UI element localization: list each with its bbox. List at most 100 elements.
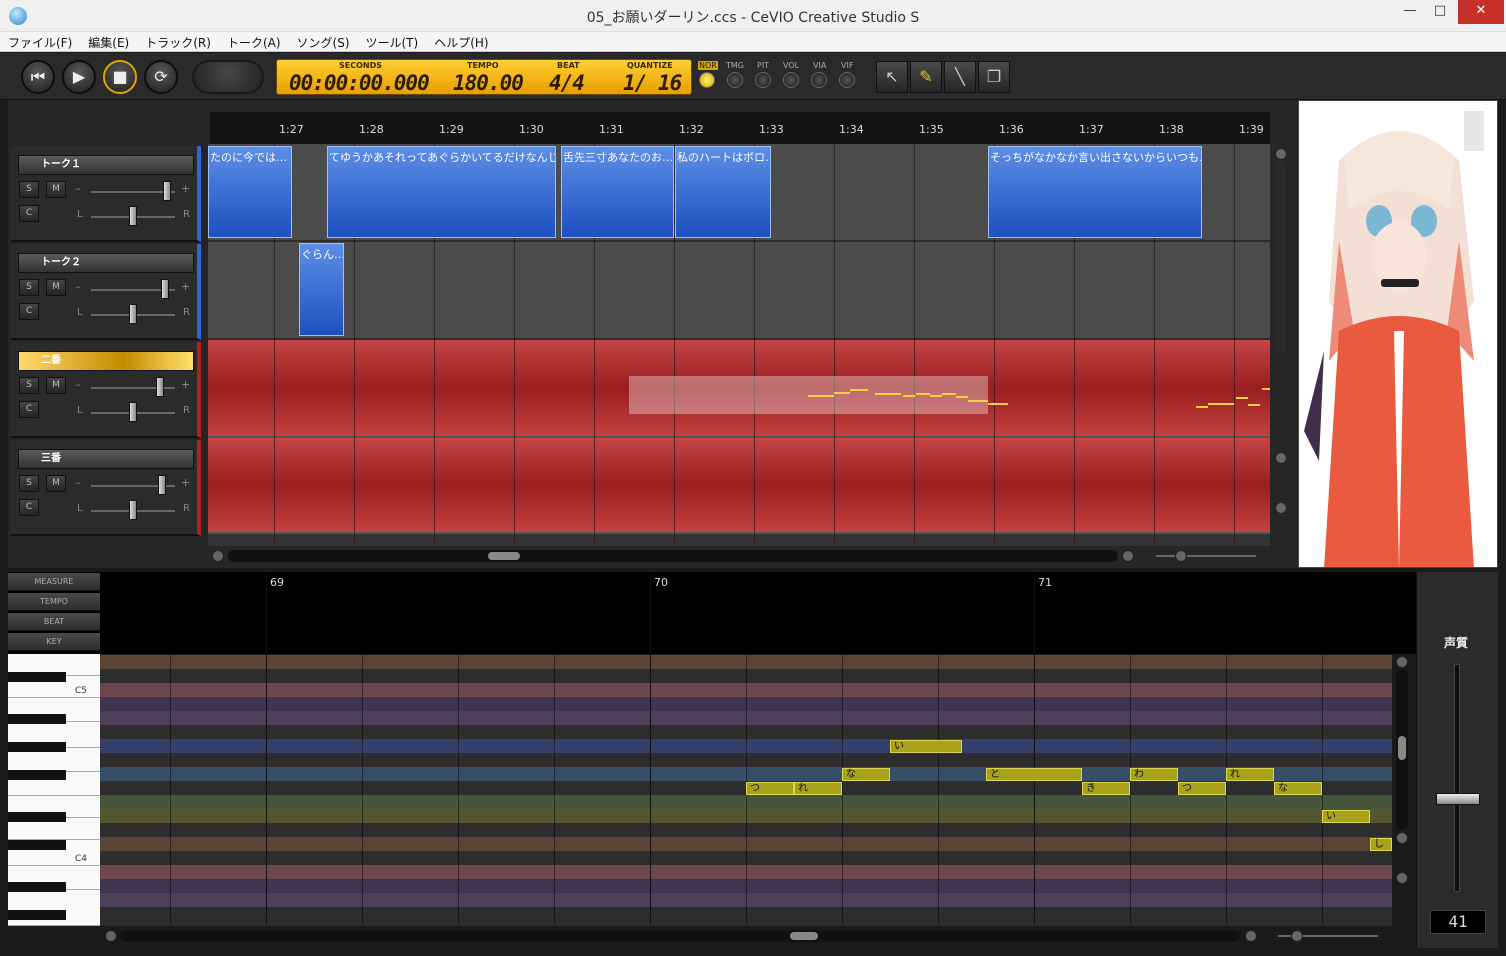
lane-talk2[interactable]	[208, 242, 1270, 340]
window-tool-button[interactable]: ❐	[978, 61, 1010, 93]
stop-button[interactable]: ■	[103, 60, 137, 94]
time-ruler[interactable]: 1:27 1:28 1:29 1:30 1:31 1:32 1:33 1:34 …	[210, 112, 1270, 144]
select-tool-button[interactable]: ↖	[876, 61, 908, 93]
c-button[interactable]: C	[19, 205, 39, 222]
voice-quality-thumb[interactable]	[1436, 793, 1480, 805]
horizontal-zoom-slider[interactable]	[1156, 555, 1256, 557]
voice-quality-value[interactable]: 41	[1430, 910, 1486, 934]
hscroll-thumb[interactable]	[488, 552, 520, 560]
note[interactable]: い	[890, 740, 962, 753]
pencil-tool-button[interactable]: ✎	[910, 61, 942, 93]
talk-clip[interactable]: ぐらん…	[299, 243, 344, 336]
piano-key-white[interactable]	[8, 890, 100, 926]
volume-thumb[interactable]	[161, 279, 169, 299]
menu-edit[interactable]: 編集(E)	[80, 33, 137, 51]
scroll-up-icon[interactable]	[1275, 148, 1287, 160]
note[interactable]: つ	[746, 782, 794, 795]
scroll-down-icon[interactable]	[1275, 452, 1287, 464]
scroll-left-icon[interactable]	[105, 930, 117, 942]
menu-file[interactable]: ファイル(F)	[0, 33, 80, 51]
solo-button[interactable]: S	[19, 181, 39, 198]
track-horizontal-scrollbar[interactable]	[228, 550, 1118, 562]
pitch-zoom-icon[interactable]	[1396, 872, 1408, 884]
param-vif-knob[interactable]	[839, 72, 855, 88]
note[interactable]: れ	[1226, 768, 1274, 781]
note[interactable]: な	[1274, 782, 1322, 795]
menu-song[interactable]: ソング(S)	[289, 33, 358, 51]
piano-key-black[interactable]	[8, 672, 66, 682]
piano-key-black[interactable]	[8, 714, 66, 724]
param-pit-knob[interactable]	[755, 72, 771, 88]
pan-thumb[interactable]	[129, 402, 137, 422]
solo-button[interactable]: S	[19, 475, 39, 492]
ab-repeat-buttons[interactable]	[192, 60, 264, 94]
minimize-button[interactable]: —	[1396, 0, 1424, 24]
note[interactable]: れ	[794, 782, 842, 795]
vscroll-thumb[interactable]	[1398, 736, 1406, 760]
solo-button[interactable]: S	[19, 377, 39, 394]
scroll-right-icon[interactable]	[1122, 550, 1134, 562]
scroll-down-icon[interactable]	[1396, 832, 1408, 844]
piano-horizontal-scrollbar[interactable]	[120, 930, 1240, 942]
quantize-value[interactable]: 1/ 16	[623, 71, 682, 95]
track-header-talk1[interactable]: トーク１ S M C – + L R	[11, 146, 201, 242]
piano-key-black[interactable]	[8, 910, 66, 920]
c-button[interactable]: C	[19, 303, 39, 320]
line-tool-button[interactable]: ╲	[944, 61, 976, 93]
mute-button[interactable]: M	[46, 181, 66, 198]
mute-button[interactable]: M	[46, 377, 66, 394]
volume-thumb[interactable]	[158, 475, 166, 495]
mute-button[interactable]: M	[46, 279, 66, 296]
piano-key-black[interactable]	[8, 742, 66, 752]
menu-talk[interactable]: トーク(A)	[219, 33, 289, 51]
hscroll-thumb[interactable]	[790, 932, 818, 940]
track-header-talk2[interactable]: トーク２ S M C – + L R	[11, 244, 201, 340]
scroll-left-icon[interactable]	[212, 550, 224, 562]
pan-thumb[interactable]	[129, 304, 137, 324]
vertical-zoom-icon[interactable]	[1275, 502, 1287, 514]
menu-help[interactable]: ヘルプ(H)	[426, 33, 496, 51]
pan-thumb[interactable]	[129, 206, 137, 226]
song-clip-song3[interactable]	[208, 438, 1270, 534]
param-vol-knob[interactable]	[783, 72, 799, 88]
track-name[interactable]: 二番	[18, 351, 194, 371]
zoom-thumb[interactable]	[1175, 550, 1187, 562]
note[interactable]: わ	[1130, 768, 1178, 781]
play-button[interactable]: ▶	[62, 60, 96, 94]
track-header-song3[interactable]: 三番 S M C – + L R	[11, 440, 201, 536]
param-nor-knob[interactable]	[699, 72, 715, 88]
menu-track[interactable]: トラック(R)	[137, 33, 219, 51]
talk-clip[interactable]: たのに今では…	[208, 146, 292, 238]
note[interactable]: な	[842, 768, 890, 781]
piano-key-black[interactable]	[8, 882, 66, 892]
note[interactable]: き	[1082, 782, 1130, 795]
track-vertical-scrollbar[interactable]	[1276, 160, 1286, 355]
track-header-song2[interactable]: 二番 S M C – + L R	[11, 342, 201, 438]
beat-value[interactable]: 4/4	[549, 71, 585, 95]
piano-key-black[interactable]	[8, 812, 66, 822]
talk-clip[interactable]: 舌先三寸あなたのお…	[561, 146, 674, 238]
note[interactable]: し	[1370, 838, 1392, 851]
voice-quality-slider[interactable]	[1454, 664, 1460, 892]
note[interactable]: つ	[1178, 782, 1226, 795]
talk-clip[interactable]: てゆうかあそれってあぐらかいてるだけなんじゃな…	[327, 146, 556, 238]
volume-thumb[interactable]	[163, 181, 171, 201]
pan-thumb[interactable]	[129, 500, 137, 520]
volume-thumb[interactable]	[156, 377, 164, 397]
param-via-knob[interactable]	[811, 72, 827, 88]
scroll-up-icon[interactable]	[1396, 656, 1408, 668]
rewind-button[interactable]: ⏮	[21, 60, 55, 94]
tempo-value[interactable]: 180.00	[453, 71, 524, 95]
piano-key-black[interactable]	[8, 840, 66, 850]
track-name[interactable]: トーク１	[18, 155, 194, 175]
c-button[interactable]: C	[19, 401, 39, 418]
piano-key-black[interactable]	[8, 770, 66, 780]
talk-clip[interactable]: 私のハートはボロ…	[675, 146, 771, 238]
loop-button[interactable]: ⟳	[144, 60, 178, 94]
close-button[interactable]: ✕	[1458, 0, 1504, 24]
zoom-thumb[interactable]	[1291, 930, 1303, 942]
maximize-button[interactable]: □	[1426, 0, 1454, 24]
note[interactable]: い	[1322, 810, 1370, 823]
talk-clip[interactable]: そっちがなかなか言い出さないからいつも…	[988, 146, 1202, 238]
mute-button[interactable]: M	[46, 475, 66, 492]
